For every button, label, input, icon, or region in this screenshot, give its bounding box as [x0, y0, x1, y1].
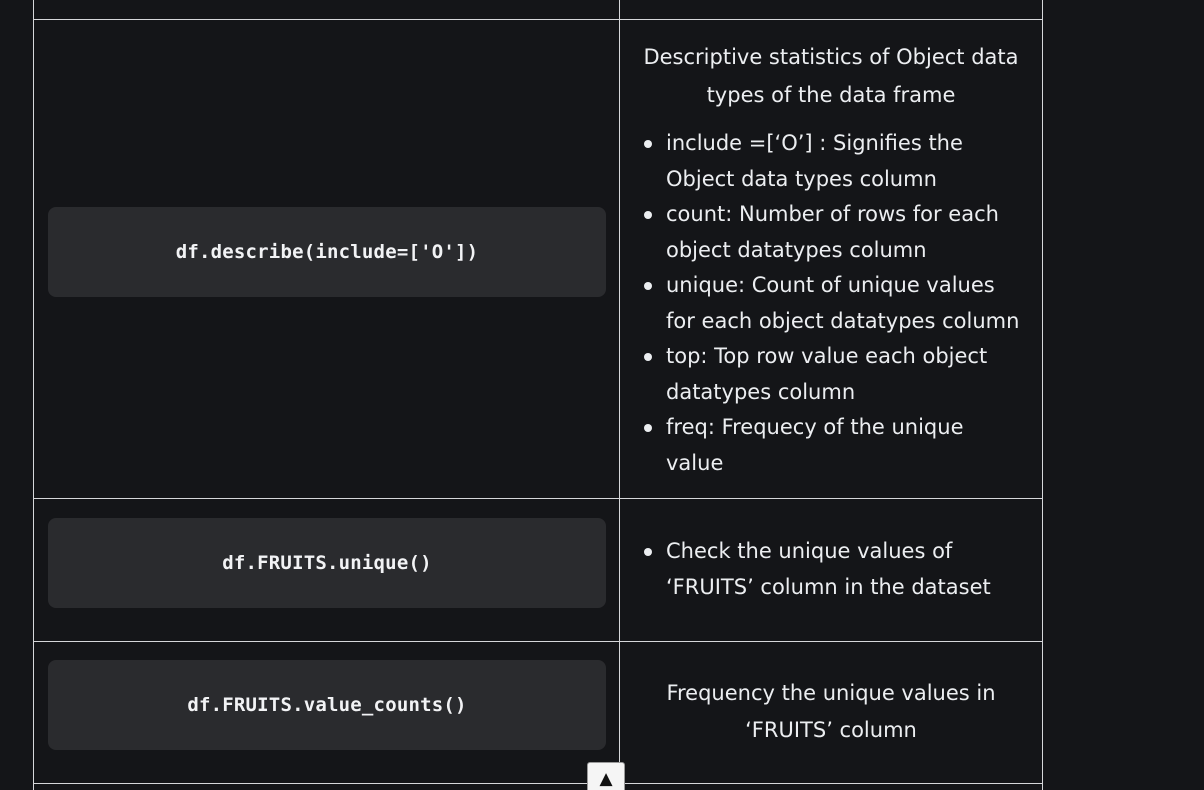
- table-border-left: [33, 0, 34, 790]
- table-border-right: [1042, 0, 1043, 790]
- list-item: unique: Count of unique values for each …: [640, 268, 1022, 339]
- code-snippet-unique[interactable]: df.FRUITS.unique(): [48, 518, 606, 608]
- bullet-list: include =[‘O’] : Signifies the Object da…: [640, 126, 1022, 481]
- arrow-up-icon: ▲: [599, 769, 613, 789]
- table-row-divider: [33, 498, 1043, 499]
- table-row-divider: [33, 641, 1043, 642]
- list-item: top: Top row value each object datatypes…: [640, 339, 1022, 410]
- code-snippet-value-counts[interactable]: df.FRUITS.value_counts(): [48, 660, 606, 750]
- table-row-divider: [33, 19, 1043, 20]
- description-cell: Descriptive statistics of Object data ty…: [640, 38, 1022, 481]
- code-text: df.FRUITS.unique(): [222, 552, 432, 574]
- code-snippet-describe[interactable]: df.describe(include=['O']): [48, 207, 606, 297]
- list-item: freq: Frequecy of the unique value: [640, 410, 1022, 481]
- code-text: df.FRUITS.value_counts(): [187, 694, 467, 716]
- description-cell: Check the unique values of ‘FRUITS’ colu…: [640, 534, 1022, 605]
- table-row-divider: [33, 783, 1043, 784]
- code-text: df.describe(include=['O']): [175, 241, 479, 263]
- bullet-list: Check the unique values of ‘FRUITS’ colu…: [640, 534, 1022, 605]
- list-item: count: Number of rows for each object da…: [640, 197, 1022, 268]
- list-item: include =[‘O’] : Signifies the Object da…: [640, 126, 1022, 197]
- content-table: df.describe(include=['O']) Descriptive s…: [0, 0, 1204, 790]
- description-intro: Descriptive statistics of Object data ty…: [643, 45, 1019, 107]
- description-cell: Frequency the unique values in ‘FRUITS’ …: [640, 675, 1022, 749]
- table-column-divider: [619, 0, 620, 790]
- description-intro: Frequency the unique values in ‘FRUITS’ …: [666, 681, 996, 742]
- scroll-to-top-button[interactable]: ▲: [587, 762, 625, 790]
- list-item: Check the unique values of ‘FRUITS’ colu…: [640, 534, 1022, 605]
